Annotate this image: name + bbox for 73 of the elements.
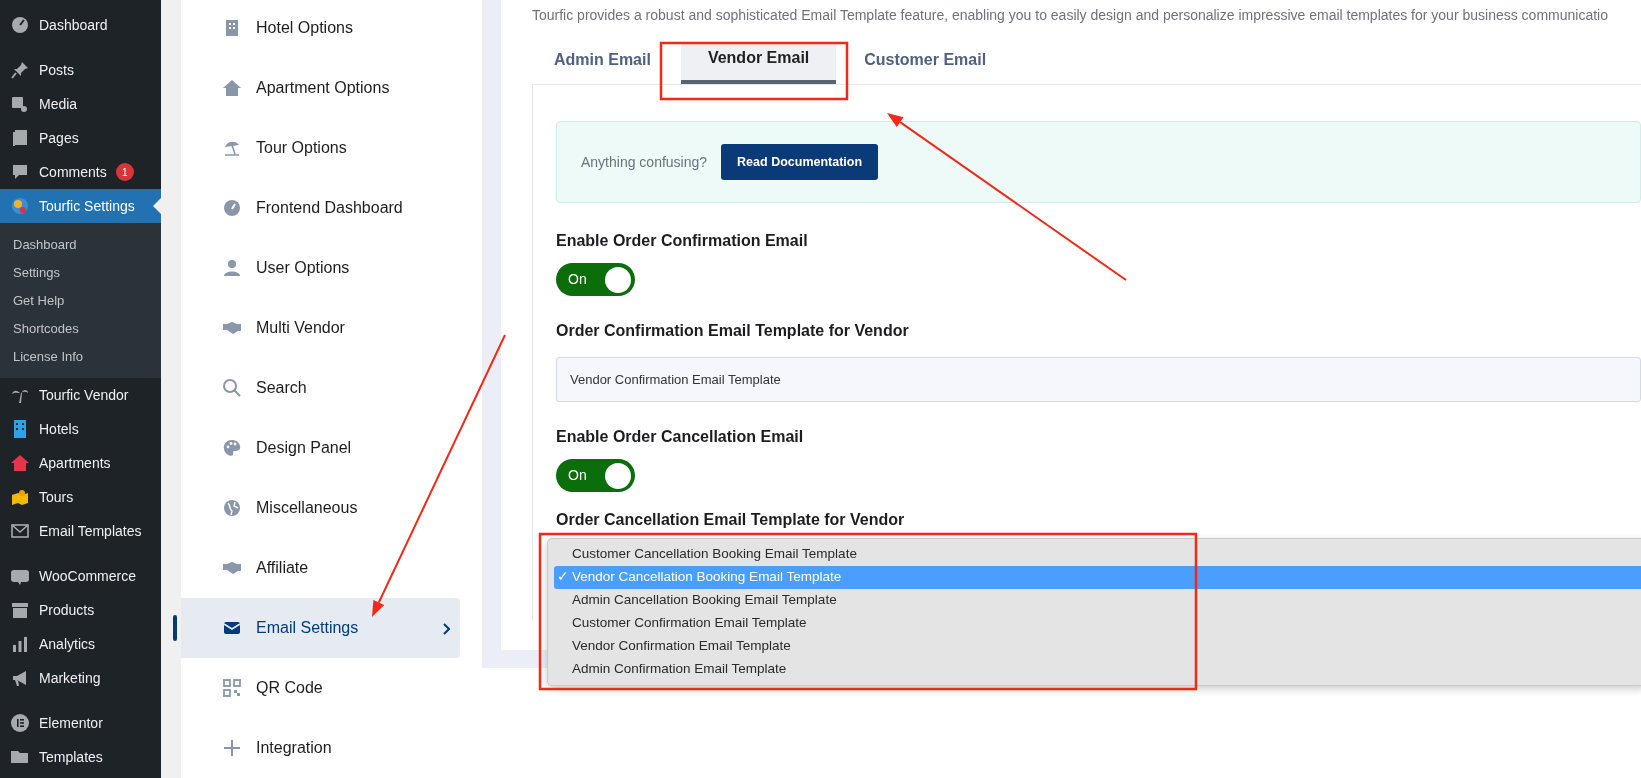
toggle-switch[interactable]: On [556, 263, 635, 296]
menu-item[interactable]: Products [0, 593, 161, 627]
dropdown-option[interactable]: Admin Cancellation Booking Email Template [554, 589, 1641, 612]
user-icon [222, 258, 242, 278]
envelope-icon [10, 521, 30, 541]
archive-icon [10, 600, 30, 620]
chevron-right-icon [442, 622, 450, 635]
dashboard-icon [10, 15, 30, 35]
settings-nav-item[interactable]: Miscellaneous [181, 478, 460, 538]
settings-nav-item[interactable]: Apartment Options [181, 58, 460, 118]
gauge-icon [222, 198, 242, 218]
help-text: Anything confusing? [581, 152, 708, 172]
field-label: Order Cancellation Email Template for Vendor [556, 510, 906, 530]
active-indicator [173, 615, 177, 641]
settings-nav-item[interactable]: Affiliate [181, 538, 460, 598]
settings-nav-item[interactable]: Hotel Options [181, 0, 460, 58]
pin-icon [10, 60, 30, 80]
settings-nav-item[interactable]: Frontend Dashboard [181, 178, 460, 238]
dropdown-option[interactable]: Vendor Confirmation Email Template [554, 635, 1641, 658]
field-label: Order Confirmation Email Template for Vendor [556, 321, 910, 341]
menu-item[interactable]: Templates [0, 740, 161, 774]
menu-item[interactable]: WooCommerce [0, 559, 161, 593]
toggle-switch[interactable]: On [556, 459, 635, 492]
menu-item[interactable]: Analytics [0, 627, 161, 661]
settings-nav-item[interactable]: User Options [181, 238, 460, 298]
map-pin-icon [10, 487, 30, 507]
field-label: Enable Order Confirmation Email [556, 231, 809, 251]
menu-item[interactable]: Pages [0, 121, 161, 155]
elementor-icon [10, 713, 30, 733]
menu-item[interactable]: Comments 1 [0, 155, 161, 189]
dropdown-option[interactable]: Admin Confirmation Email Template [554, 658, 1641, 681]
field-label: Enable Order Cancellation Email [556, 427, 805, 447]
menu-item[interactable]: Elementor [0, 706, 161, 740]
settings-nav-item[interactable]: Integration [181, 718, 460, 778]
dropdown-option[interactable]: Customer Confirmation Email Template [554, 612, 1641, 635]
settings-nav-item[interactable]: Tour Options [181, 118, 460, 178]
menu-item[interactable]: Email Templates [0, 514, 161, 548]
media-icon [10, 94, 30, 114]
submenu-item[interactable]: License Info [0, 343, 161, 371]
submenu-item[interactable]: Get Help [0, 287, 161, 315]
search-icon [222, 378, 242, 398]
comment-icon [10, 162, 30, 182]
description-text: Tourfic provides a robust and sophisticated Email Template feature, enabling you to easily design and personalize impressive email templates for your business communicatio [532, 6, 1609, 25]
house-icon [222, 78, 242, 98]
submenu-item[interactable]: Dashboard [0, 231, 161, 259]
plus-icon [222, 738, 242, 758]
submenu-item[interactable]: Shortcodes [0, 315, 161, 343]
tab[interactable]: Vendor Email [680, 42, 837, 84]
menu-item[interactable]: Tourfic Settings [0, 189, 161, 223]
menu-item[interactable]: Media [0, 87, 161, 121]
menu-item[interactable]: Dashboard [0, 8, 161, 42]
menu-item[interactable]: Tourfic Vendor [0, 378, 161, 412]
bar-chart-icon [10, 634, 30, 654]
settings-nav-item[interactable]: Search [181, 358, 460, 418]
palette-icon [222, 438, 242, 458]
select-field[interactable]: Vendor Confirmation Email Template [556, 357, 1641, 402]
settings-nav-item[interactable]: Design Panel [181, 418, 460, 478]
submenu-item[interactable]: Settings [0, 259, 161, 287]
tab[interactable]: Customer Email [840, 42, 1013, 84]
menu-item[interactable]: Marketing [0, 661, 161, 695]
menu-item[interactable]: Hotels [0, 412, 161, 446]
read-documentation-button[interactable]: Read Documentation [721, 143, 879, 181]
settings-nav-item[interactable]: QR Code [181, 658, 460, 718]
menu-item[interactable]: Tours [0, 480, 161, 514]
menu-item[interactable]: Apartments [0, 446, 161, 480]
qr-code-icon [222, 678, 242, 698]
count-badge: 1 [115, 163, 134, 181]
menu-item[interactable]: Posts [0, 53, 161, 87]
tab[interactable]: Admin Email [530, 42, 677, 84]
settings-nav-item[interactable]: Multi Vendor [181, 298, 460, 358]
pages-icon [10, 128, 30, 148]
dropdown-option[interactable]: Customer Cancellation Booking Email Template [554, 543, 1641, 566]
house-icon [10, 453, 30, 473]
